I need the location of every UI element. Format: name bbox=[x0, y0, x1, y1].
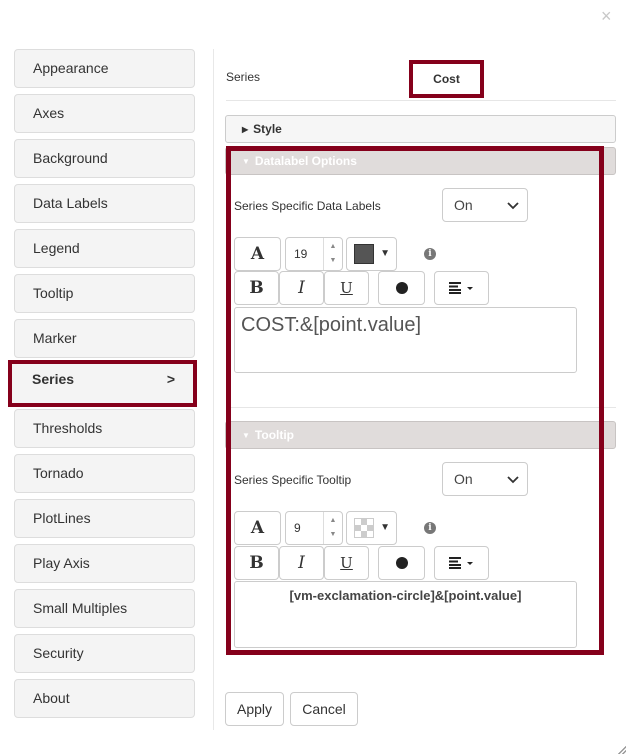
chevron-down-icon bbox=[507, 202, 519, 210]
align-left-icon bbox=[448, 281, 473, 294]
cancel-button[interactable]: Cancel bbox=[290, 692, 358, 726]
style-section-header[interactable]: ▶ Style bbox=[225, 115, 616, 143]
sidebar-item-label: Small Multiples bbox=[33, 600, 128, 616]
font-size-input[interactable]: 9 ▲ ▼ bbox=[285, 511, 343, 545]
resize-handle[interactable] bbox=[618, 746, 626, 754]
transparent-color-swatch bbox=[354, 518, 374, 538]
sidebar-item-legend[interactable]: Legend bbox=[14, 229, 195, 268]
sidebar-item-label: Data Labels bbox=[33, 195, 108, 211]
dropdown-arrow-icon: ▼ bbox=[380, 248, 390, 259]
font-color-picker[interactable]: ▼ bbox=[346, 237, 397, 271]
sidebar-item-tornado[interactable]: Tornado bbox=[14, 454, 195, 493]
sidebar-item-label: Background bbox=[33, 150, 108, 166]
italic-button[interactable]: I bbox=[279, 271, 324, 305]
spin-up-icon[interactable]: ▲ bbox=[324, 240, 342, 254]
font-size-stepper[interactable]: ▲ ▼ bbox=[323, 512, 342, 544]
settings-sidebar: Appearance Axes Background Data Labels L… bbox=[8, 49, 197, 724]
sidebar-item-label: Security bbox=[33, 645, 84, 661]
tooltip-section-header[interactable]: ▼ Tooltip bbox=[225, 421, 616, 449]
circle-button[interactable] bbox=[378, 271, 425, 305]
tooltip-toggle-select[interactable]: On bbox=[442, 462, 528, 496]
sidebar-item-series[interactable]: Series > bbox=[8, 360, 197, 407]
sidebar-item-label: Play Axis bbox=[33, 555, 90, 571]
italic-button[interactable]: I bbox=[279, 546, 324, 580]
datalabel-format-textarea[interactable]: COST:&[point.value] bbox=[234, 307, 577, 373]
chevron-right-icon: > bbox=[166, 371, 175, 387]
spin-down-icon[interactable]: ▼ bbox=[324, 528, 342, 542]
triangle-right-icon: ▶ bbox=[242, 125, 249, 134]
section-title: Style bbox=[253, 122, 282, 136]
sidebar-item-label: Appearance bbox=[33, 60, 109, 76]
circle-icon bbox=[395, 556, 408, 569]
series-selector[interactable]: Cost bbox=[409, 60, 484, 98]
sidebar-item-label: PlotLines bbox=[33, 510, 91, 526]
sidebar-item-label: Marker bbox=[33, 330, 77, 346]
triangle-down-icon: ▼ bbox=[242, 157, 250, 166]
section-title: Datalabel Options bbox=[254, 154, 357, 168]
font-color-picker[interactable]: ▼ bbox=[346, 511, 397, 545]
sidebar-item-appearance[interactable]: Appearance bbox=[14, 49, 195, 88]
sidebar-item-label: Tornado bbox=[33, 465, 84, 481]
section-title: Tooltip bbox=[254, 428, 295, 442]
sidebar-item-label: Legend bbox=[33, 240, 80, 256]
font-family-button[interactable]: A bbox=[234, 511, 281, 545]
sidebar-item-security[interactable]: Security bbox=[14, 634, 195, 673]
underline-button[interactable]: U bbox=[324, 271, 369, 305]
sidebar-item-background[interactable]: Background bbox=[14, 139, 195, 178]
bold-button[interactable]: B bbox=[234, 271, 279, 305]
font-size-stepper[interactable]: ▲ ▼ bbox=[323, 238, 342, 270]
color-swatch bbox=[354, 244, 374, 264]
bold-button[interactable]: B bbox=[234, 546, 279, 580]
align-dropdown-button[interactable] bbox=[434, 546, 489, 580]
spin-down-icon[interactable]: ▼ bbox=[324, 254, 342, 268]
spin-up-icon[interactable]: ▲ bbox=[324, 514, 342, 528]
close-button[interactable]: × bbox=[601, 7, 612, 25]
underline-button[interactable]: U bbox=[324, 546, 369, 580]
divider bbox=[226, 100, 616, 101]
tooltip-format-textarea[interactable]: [vm-exclamation-circle]&[point.value] bbox=[234, 581, 577, 648]
chevron-down-icon bbox=[507, 476, 519, 484]
datalabel-toggle-select[interactable]: On bbox=[442, 188, 528, 222]
info-icon[interactable]: i bbox=[424, 248, 436, 260]
datalabel-toggle-label: Series Specific Data Labels bbox=[234, 199, 381, 213]
apply-button[interactable]: Apply bbox=[225, 692, 284, 726]
series-label: Series bbox=[226, 70, 261, 84]
datalabel-section-header[interactable]: ▼ Datalabel Options bbox=[225, 147, 616, 175]
tooltip-toggle-label: Series Specific Tooltip bbox=[234, 473, 352, 487]
sidebar-item-tooltip[interactable]: Tooltip bbox=[14, 274, 195, 313]
sidebar-item-label: Tooltip bbox=[33, 285, 74, 301]
align-dropdown-button[interactable] bbox=[434, 271, 489, 305]
sidebar-item-label: Thresholds bbox=[33, 420, 103, 436]
sidebar-item-small-multiples[interactable]: Small Multiples bbox=[14, 589, 195, 628]
font-size-value: 9 bbox=[294, 521, 301, 535]
select-value: On bbox=[454, 471, 473, 487]
sidebar-item-play-axis[interactable]: Play Axis bbox=[14, 544, 195, 583]
sidebar-item-data-labels[interactable]: Data Labels bbox=[14, 184, 195, 223]
panel-divider bbox=[213, 49, 214, 730]
divider bbox=[226, 407, 616, 408]
select-value: On bbox=[454, 197, 473, 213]
dropdown-arrow-icon: ▼ bbox=[380, 522, 390, 533]
circle-button[interactable] bbox=[378, 546, 425, 580]
sidebar-item-about[interactable]: About bbox=[14, 679, 195, 718]
font-family-button[interactable]: A bbox=[234, 237, 281, 271]
info-icon[interactable]: i bbox=[424, 522, 436, 534]
sidebar-item-label: Series bbox=[32, 371, 75, 387]
triangle-down-icon: ▼ bbox=[242, 431, 250, 440]
sidebar-item-label: About bbox=[33, 690, 70, 706]
align-left-icon bbox=[448, 556, 473, 569]
font-size-value: 19 bbox=[294, 247, 308, 261]
font-size-input[interactable]: 19 ▲ ▼ bbox=[285, 237, 343, 271]
sidebar-item-thresholds[interactable]: Thresholds bbox=[14, 409, 195, 448]
sidebar-item-marker[interactable]: Marker bbox=[14, 319, 195, 358]
circle-icon bbox=[395, 281, 408, 294]
sidebar-item-axes[interactable]: Axes bbox=[14, 94, 195, 133]
sidebar-item-label: Axes bbox=[33, 105, 65, 121]
sidebar-item-plotlines[interactable]: PlotLines bbox=[14, 499, 195, 538]
